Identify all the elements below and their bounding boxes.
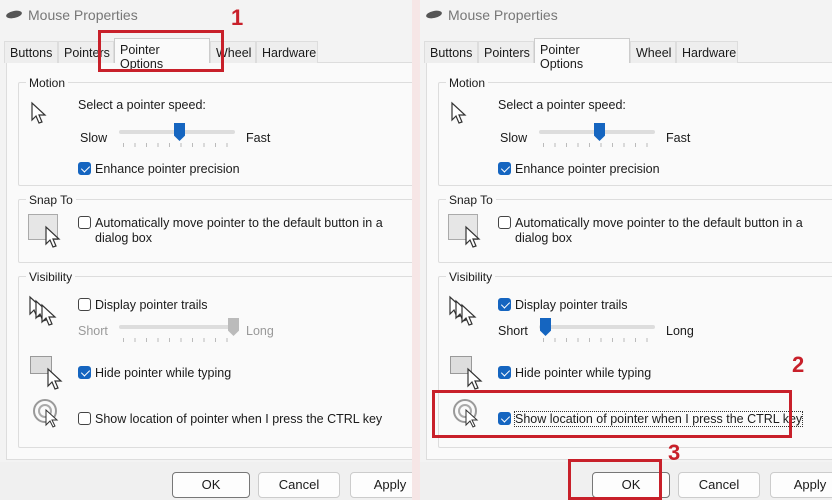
ctrl-locate-icon bbox=[33, 399, 59, 428]
tab-pointers[interactable]: Pointers bbox=[478, 41, 534, 63]
divider bbox=[412, 0, 420, 500]
snap-pointer-icon bbox=[45, 225, 61, 248]
mouse-properties-window: Mouse Properties Buttons Pointers Pointer … bbox=[0, 0, 412, 500]
pointer-trails-icon bbox=[41, 303, 57, 326]
visibility-label: Visibility bbox=[26, 270, 76, 284]
annotation-box-1 bbox=[98, 30, 224, 72]
show-location-checkbox[interactable] bbox=[78, 412, 91, 425]
cancel-button[interactable]: Cancel bbox=[678, 472, 760, 498]
snap-to-group bbox=[18, 199, 412, 263]
window-title: Mouse Properties bbox=[28, 7, 138, 23]
motion-label: Motion bbox=[446, 76, 489, 90]
pointer-trails-label[interactable]: Display pointer trails bbox=[515, 298, 628, 312]
mouse-icon bbox=[425, 9, 443, 20]
apply-button[interactable]: Apply bbox=[770, 472, 832, 498]
tab-pointer-options[interactable]: Pointer Options bbox=[534, 38, 630, 71]
hide-pointer-label[interactable]: Hide pointer while typing bbox=[515, 366, 651, 380]
window-title: Mouse Properties bbox=[448, 7, 558, 23]
slider-ticks bbox=[123, 143, 233, 147]
visibility-label: Visibility bbox=[446, 270, 496, 284]
fast-label: Fast bbox=[246, 131, 271, 145]
slider-ticks bbox=[543, 143, 653, 147]
speed-label: Select a pointer speed: bbox=[498, 98, 626, 112]
annotation-number-2: 2 bbox=[792, 352, 805, 377]
trail-length-slider[interactable] bbox=[119, 325, 235, 329]
enhance-precision-label[interactable]: Enhance pointer precision bbox=[95, 162, 240, 176]
pointer-speed-icon bbox=[451, 101, 467, 124]
snap-to-group bbox=[438, 199, 832, 263]
hide-pointer-checkbox[interactable] bbox=[78, 366, 91, 379]
tab-buttons[interactable]: Buttons bbox=[424, 41, 478, 63]
enhance-precision-checkbox[interactable] bbox=[78, 162, 91, 175]
hide-pointer-arrow-icon bbox=[47, 367, 63, 390]
snap-to-label-line2[interactable]: dialog box bbox=[515, 231, 572, 245]
apply-button[interactable]: Apply bbox=[350, 472, 412, 498]
slow-label: Slow bbox=[80, 131, 108, 145]
fast-label: Fast bbox=[666, 131, 691, 145]
short-label: Short bbox=[498, 324, 528, 338]
snap-to-checkbox[interactable] bbox=[498, 216, 511, 229]
snap-to-label-line1[interactable]: Automatically move pointer to the defaul… bbox=[515, 216, 803, 230]
snap-to-checkbox[interactable] bbox=[78, 216, 91, 229]
slider-ticks bbox=[543, 338, 653, 342]
snap-to-label-line1[interactable]: Automatically move pointer to the defaul… bbox=[95, 216, 383, 230]
tab-hardware[interactable]: Hardware bbox=[676, 41, 738, 63]
annotation-number-3: 3 bbox=[668, 440, 681, 465]
cancel-button[interactable]: Cancel bbox=[258, 472, 340, 498]
slider-ticks bbox=[123, 338, 233, 342]
tab-hardware[interactable]: Hardware bbox=[256, 41, 318, 63]
tab-wheel[interactable]: Wheel bbox=[630, 41, 676, 63]
slow-label: Slow bbox=[500, 131, 528, 145]
enhance-precision-checkbox[interactable] bbox=[498, 162, 511, 175]
long-label: Long bbox=[246, 324, 274, 338]
snap-to-label-line2[interactable]: dialog box bbox=[95, 231, 152, 245]
mouse-icon bbox=[5, 9, 23, 20]
snap-pointer-icon bbox=[465, 225, 481, 248]
annotation-box-3 bbox=[568, 459, 662, 500]
pointer-trails-label[interactable]: Display pointer trails bbox=[95, 298, 208, 312]
annotation-number-1: 1 bbox=[231, 5, 244, 30]
hide-pointer-label[interactable]: Hide pointer while typing bbox=[95, 366, 231, 380]
pointer-trails-checkbox[interactable] bbox=[498, 298, 511, 311]
enhance-precision-label[interactable]: Enhance pointer precision bbox=[515, 162, 660, 176]
annotation-box-2 bbox=[432, 390, 792, 438]
snap-to-label: Snap To bbox=[446, 193, 496, 207]
snap-to-label: Snap To bbox=[26, 193, 76, 207]
pointer-trails-icon bbox=[461, 303, 477, 326]
hide-pointer-checkbox[interactable] bbox=[498, 366, 511, 379]
ok-button[interactable]: OK bbox=[172, 472, 250, 498]
pointer-trails-checkbox[interactable] bbox=[78, 298, 91, 311]
motion-label: Motion bbox=[26, 76, 69, 90]
short-label: Short bbox=[78, 324, 108, 338]
long-label: Long bbox=[666, 324, 694, 338]
trail-length-slider[interactable] bbox=[539, 325, 655, 329]
speed-label: Select a pointer speed: bbox=[78, 98, 206, 112]
show-location-label[interactable]: Show location of pointer when I press th… bbox=[95, 412, 382, 426]
tab-buttons[interactable]: Buttons bbox=[4, 41, 58, 63]
pointer-speed-icon bbox=[31, 101, 47, 124]
